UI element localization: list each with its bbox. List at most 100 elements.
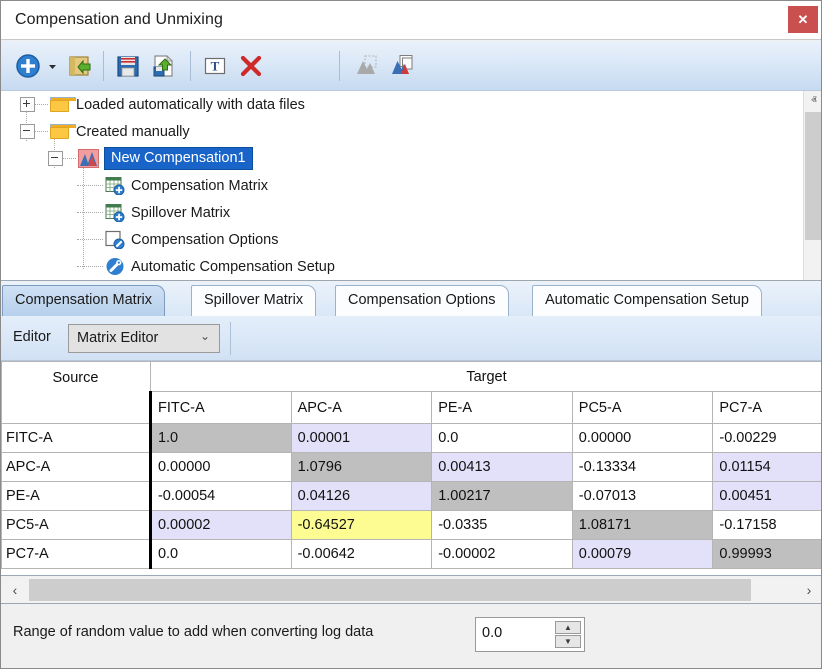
close-button[interactable]: ✕ — [788, 6, 818, 33]
row-header-pc5-a: PC5-A — [2, 511, 151, 540]
tree-node-new-compensation1[interactable]: New Compensation1 — [1, 145, 822, 172]
spinner-buttons: ▲ ▼ — [555, 621, 581, 648]
text-box-icon: T — [202, 53, 228, 79]
header-col-pc7-a[interactable]: PC7-A — [713, 392, 822, 424]
tab-spillover-matrix[interactable]: Spillover Matrix — [191, 285, 316, 316]
cell-fitc-a-pe-a[interactable]: 0.0 — [432, 424, 573, 453]
tree-node-created-manually[interactable]: Created manually — [1, 118, 822, 145]
cell-pe-a-pe-a[interactable]: 1.00217 — [432, 482, 573, 511]
cell-pc5-a-pc5-a[interactable]: 1.08171 — [572, 511, 713, 540]
cell-pc7-a-pc5-a[interactable]: 0.00079 — [572, 540, 713, 569]
options-wrench-icon — [105, 230, 125, 249]
cell-apc-a-pc5-a[interactable]: -0.13334 — [572, 453, 713, 482]
spinner-up-button[interactable]: ▲ — [555, 621, 581, 634]
tree-node-spillover-matrix[interactable]: Spillover Matrix — [1, 199, 822, 226]
document-export-icon — [151, 53, 177, 79]
add-button[interactable] — [11, 48, 45, 84]
compensation-icon — [78, 149, 99, 168]
cell-pe-a-apc-a[interactable]: 0.04126 — [291, 482, 432, 511]
cell-pc7-a-pe-a[interactable]: -0.00002 — [432, 540, 573, 569]
cell-pc5-a-pc7-a[interactable]: -0.17158 — [713, 511, 822, 540]
matrix-horizontal-scrollbar[interactable]: ‹ › — [1, 577, 822, 604]
expander-minus-icon[interactable] — [48, 151, 63, 166]
rename-button[interactable]: T — [198, 48, 232, 84]
window-titlebar: Compensation and Unmixing ✕ — [1, 1, 822, 40]
tabstrip: Compensation Matrix Spillover Matrix Com… — [1, 282, 822, 316]
plus-circle-icon — [15, 53, 41, 79]
scroll-up-icon[interactable]: ⱏ — [804, 91, 822, 111]
tree-node-compensation-options[interactable]: Compensation Options — [1, 226, 822, 253]
expander-plus-icon[interactable] — [20, 97, 35, 112]
open-button[interactable] — [63, 48, 97, 84]
cell-pc5-a-pe-a[interactable]: -0.0335 — [432, 511, 573, 540]
cell-pe-a-pc7-a[interactable]: 0.00451 — [713, 482, 822, 511]
random-range-value[interactable]: 0.0 — [482, 625, 502, 641]
cell-pc5-a-fitc-a[interactable]: 0.00002 — [150, 511, 291, 540]
cell-pc7-a-fitc-a[interactable]: 0.0 — [150, 540, 291, 569]
cell-pe-a-pc5-a[interactable]: -0.07013 — [572, 482, 713, 511]
add-dropdown-arrow[interactable] — [45, 48, 59, 84]
compensation-matrix-table: Source Target FITC-A APC-A PE-A PC5-A PC… — [1, 361, 822, 569]
cell-apc-a-apc-a[interactable]: 1.0796 — [291, 453, 432, 482]
tab-compensation-options[interactable]: Compensation Options — [335, 285, 509, 316]
tree-node-loaded-automatically[interactable]: Loaded automatically with data files — [1, 91, 822, 118]
tab-automatic-compensation-setup[interactable]: Automatic Compensation Setup — [532, 285, 762, 316]
matrix-add-icon — [105, 203, 125, 222]
cell-fitc-a-apc-a[interactable]: 0.00001 — [291, 424, 432, 453]
cell-fitc-a-pc7-a[interactable]: -0.00229 — [713, 424, 822, 453]
tree-node-label: New Compensation1 — [105, 148, 252, 169]
tree-node-label: Spillover Matrix — [131, 205, 230, 221]
cell-pc7-a-apc-a[interactable]: -0.00642 — [291, 540, 432, 569]
tree-node-compensation-matrix[interactable]: Compensation Matrix — [1, 172, 822, 199]
cell-apc-a-fitc-a[interactable]: 0.00000 — [150, 453, 291, 482]
header-col-pe-a[interactable]: PE-A — [432, 392, 573, 424]
header-source: Source — [2, 362, 151, 424]
floppy-disk-icon — [115, 53, 141, 79]
row-header-fitc-a: FITC-A — [2, 424, 151, 453]
tree-connector — [77, 185, 103, 187]
scrollbar-thumb[interactable] — [805, 112, 822, 240]
tree-connector — [35, 131, 48, 133]
hscrollbar-thumb[interactable] — [29, 579, 751, 601]
scroll-down-icon[interactable]: ⱟ — [804, 260, 822, 280]
tree-node-label: Created manually — [76, 124, 190, 140]
scroll-left-icon[interactable]: ‹ — [2, 578, 28, 602]
save-button[interactable] — [111, 48, 145, 84]
random-range-spinner[interactable]: 0.0 ▲ ▼ — [475, 617, 585, 652]
editor-select-value: Matrix Editor — [77, 330, 158, 346]
cell-fitc-a-pc5-a[interactable]: 0.00000 — [572, 424, 713, 453]
save-as-button[interactable] — [147, 48, 181, 84]
cell-fitc-a-fitc-a[interactable]: 1.0 — [150, 424, 291, 453]
table-row: APC-A 0.00000 1.0796 0.00413 -0.13334 0.… — [2, 453, 822, 482]
toolbar-separator-1 — [103, 51, 104, 81]
cell-pc5-a-apc-a[interactable]: -0.64527 — [291, 511, 432, 540]
histogram-copy-icon — [389, 53, 415, 79]
header-col-apc-a[interactable]: APC-A — [291, 392, 432, 424]
tree-node-label: Automatic Compensation Setup — [131, 259, 335, 275]
cell-pc7-a-pc7-a[interactable]: 0.99993 — [713, 540, 822, 569]
editor-select[interactable]: Matrix Editor ⌄ — [68, 324, 220, 353]
tree-vertical-scrollbar[interactable]: ⱏ ⱟ — [803, 91, 822, 280]
header-col-pc5-a[interactable]: PC5-A — [572, 392, 713, 424]
cell-pe-a-fitc-a[interactable]: -0.00054 — [150, 482, 291, 511]
row-header-pc7-a: PC7-A — [2, 540, 151, 569]
table-header-group-row: Source Target — [2, 362, 822, 392]
copy-compensation-button[interactable] — [349, 48, 383, 84]
delete-button[interactable] — [234, 48, 268, 84]
scroll-right-icon[interactable]: › — [796, 578, 822, 602]
cell-apc-a-pc7-a[interactable]: 0.01154 — [713, 453, 822, 482]
spinner-down-button[interactable]: ▼ — [555, 635, 581, 648]
wrench-icon — [105, 257, 125, 276]
window-title: Compensation and Unmixing — [15, 11, 223, 29]
tree-node-label: Loaded automatically with data files — [76, 97, 305, 113]
toolbar-separator-2 — [190, 51, 191, 81]
cell-apc-a-pe-a[interactable]: 0.00413 — [432, 453, 573, 482]
tree-node-automatic-compensation-setup[interactable]: Automatic Compensation Setup — [1, 253, 822, 280]
footer-panel: Range of random value to add when conver… — [1, 604, 822, 668]
expander-minus-icon[interactable] — [20, 124, 35, 139]
tab-compensation-matrix[interactable]: Compensation Matrix — [2, 285, 165, 316]
table-row: PC5-A 0.00002 -0.64527 -0.0335 1.08171 -… — [2, 511, 822, 540]
row-header-pe-a: PE-A — [2, 482, 151, 511]
paste-compensation-button[interactable] — [385, 48, 419, 84]
header-col-fitc-a[interactable]: FITC-A — [150, 392, 291, 424]
